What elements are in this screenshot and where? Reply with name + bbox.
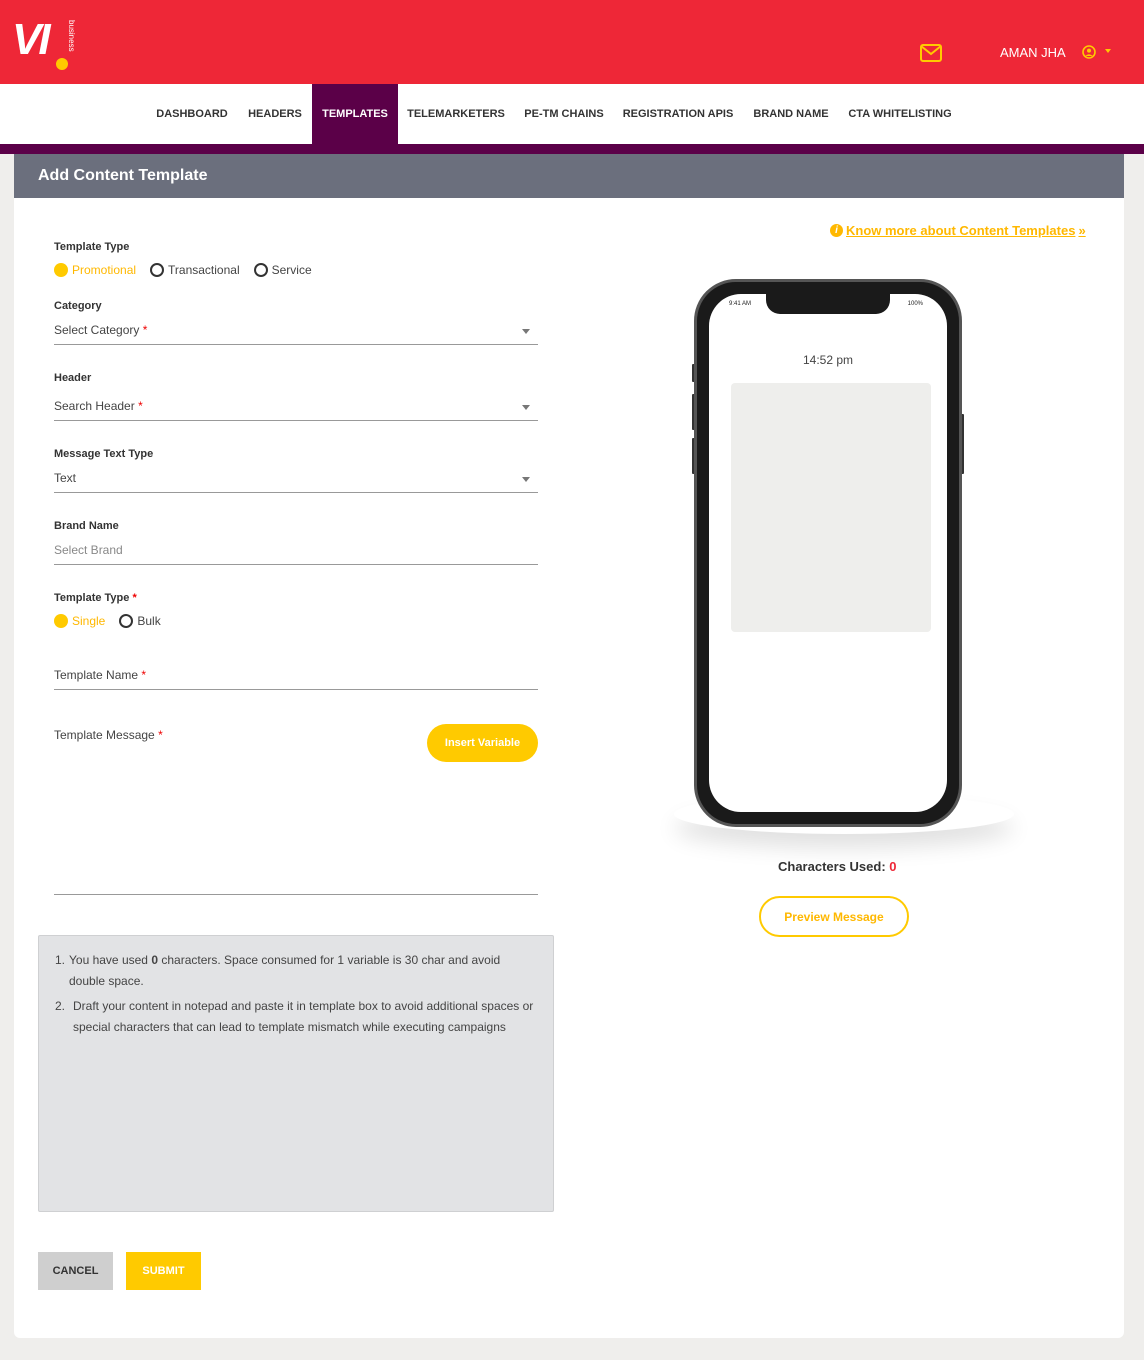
message-text-type-label: Message Text Type: [54, 448, 154, 460]
header-search-input[interactable]: Search Header *: [54, 393, 538, 421]
header-label: Header: [54, 372, 92, 384]
insert-variable-button[interactable]: Insert Variable: [427, 724, 538, 762]
chevron-down-icon: [522, 477, 530, 482]
user-name[interactable]: AMAN JHA: [1000, 45, 1066, 60]
phone-preview: 9:41 AM 100% 14:52 pm: [694, 279, 962, 827]
nav-item-headers[interactable]: HEADERS: [238, 84, 312, 144]
know-more-link[interactable]: i Know more about Content Templates »: [830, 223, 1086, 238]
radio-single[interactable]: [54, 614, 68, 628]
double-chevron-right-icon: »: [1078, 223, 1086, 238]
radio-promotional-label[interactable]: Promotional: [72, 263, 136, 277]
info-icon: i: [830, 224, 843, 237]
radio-transactional-label[interactable]: Transactional: [168, 263, 240, 277]
header-placeholder: Search Header *: [54, 399, 143, 413]
nav-item-pe-tm-chains[interactable]: PE-TM CHAINS: [514, 84, 614, 144]
phone-clock: 14:52 pm: [802, 353, 854, 367]
caret-down-icon[interactable]: [1105, 49, 1111, 53]
info-box: 1. You have used 0 characters. Space con…: [38, 935, 554, 1212]
logo-subtext: business: [67, 20, 76, 52]
radio-single-label[interactable]: Single: [72, 614, 105, 628]
radio-promotional[interactable]: [54, 263, 68, 277]
nav-item-brand-name[interactable]: BRAND NAME: [743, 84, 839, 144]
message-text-type-select[interactable]: Text: [54, 465, 538, 493]
message-preview-bubble: [731, 383, 931, 632]
nav-item-registration-apis[interactable]: REGISTRATION APIS: [614, 84, 742, 144]
info-item-1: 1. You have used 0 characters. Space con…: [55, 953, 501, 988]
logo-text: VI: [12, 15, 51, 64]
radio-transactional[interactable]: [150, 263, 165, 277]
status-battery: 100%: [907, 301, 923, 307]
message-text-type-value: Text: [54, 471, 77, 485]
vi-business-logo[interactable]: VI business: [12, 18, 84, 74]
submit-button[interactable]: SUBMIT: [126, 1252, 201, 1290]
nav-underline: [0, 144, 1144, 154]
mail-icon[interactable]: [920, 44, 942, 62]
nav-item-dashboard[interactable]: DASHBOARD: [147, 84, 237, 144]
preview-message-button[interactable]: Preview Message: [759, 896, 909, 937]
user-circle-icon[interactable]: [1082, 45, 1096, 59]
radio-service-label[interactable]: Service: [272, 263, 312, 277]
radio-bulk[interactable]: [119, 614, 134, 628]
card-header: Add Content Template: [14, 154, 1124, 198]
category-select[interactable]: Select Category *: [54, 317, 538, 345]
category-label: Category: [54, 300, 102, 312]
category-placeholder: Select Category *: [54, 323, 148, 337]
nav-item-templates[interactable]: TEMPLATES: [312, 84, 398, 144]
template-type-label: Template Type: [54, 241, 130, 253]
characters-used: Characters Used: 0: [778, 859, 897, 874]
template-message-label: Template Message *: [54, 728, 163, 742]
top-bar: VI business AMAN JHA: [0, 0, 1144, 84]
page-title: Add Content Template: [38, 167, 208, 184]
message-underline: [54, 894, 538, 895]
template-message-textarea[interactable]: [54, 766, 538, 894]
cancel-button[interactable]: CANCEL: [38, 1252, 113, 1290]
chevron-down-icon: [522, 329, 530, 334]
brand-name-label: Brand Name: [54, 520, 119, 532]
template-name-placeholder: Template Name *: [54, 668, 147, 682]
template-mode-radio-group: Single Bulk: [54, 613, 175, 629]
logo-dot: [56, 58, 68, 70]
main-nav: DASHBOARD HEADERS TEMPLATES TELEMARKETER…: [0, 84, 1144, 144]
template-name-input[interactable]: Template Name *: [54, 662, 538, 690]
status-time: 9:41 AM: [729, 301, 752, 307]
template-mode-label: Template Type *: [54, 592, 137, 604]
brand-name-input[interactable]: Select Brand: [54, 537, 538, 565]
brand-name-placeholder: Select Brand: [54, 543, 123, 557]
nav-item-cta-whitelisting[interactable]: CTA WHITELISTING: [840, 84, 960, 144]
radio-bulk-label[interactable]: Bulk: [137, 614, 160, 628]
phone-screen: 9:41 AM 100% 14:52 pm: [709, 294, 947, 812]
chevron-down-icon: [522, 405, 530, 410]
phone-notch: [766, 294, 890, 314]
template-type-radio-group: Promotional Transactional Service: [54, 262, 326, 278]
nav-item-telemarketers[interactable]: TELEMARKETERS: [398, 84, 514, 144]
radio-service[interactable]: [253, 263, 268, 277]
add-template-card: Add Content Template Template Type Promo…: [14, 154, 1124, 1338]
info-item-2: 2. Draft your content in notepad and pas…: [55, 999, 534, 1034]
